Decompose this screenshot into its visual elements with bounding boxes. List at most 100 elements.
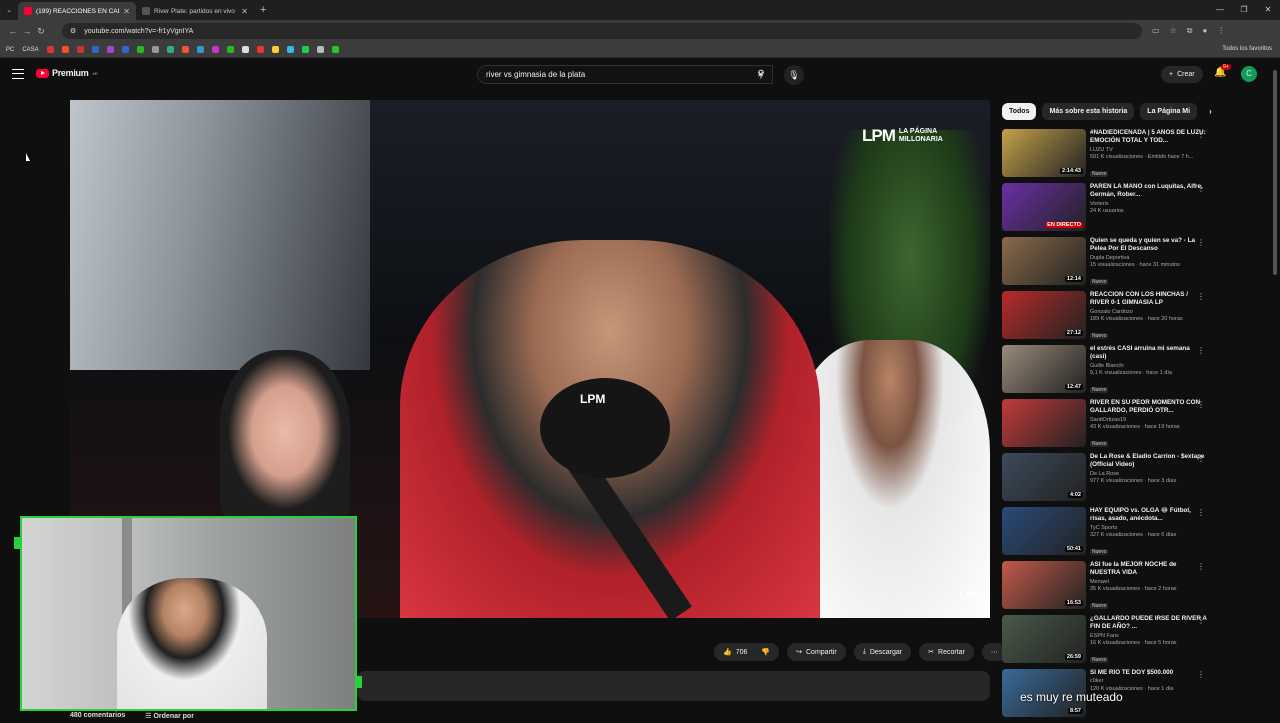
chip-more-story[interactable]: Más sobre esta historia [1042, 103, 1135, 120]
video-title[interactable]: el estrés CASI arruina mi semana (casi) [1090, 345, 1207, 362]
search-icon[interactable]: ⚲ [747, 65, 775, 84]
clip-button[interactable]: ✂ Recortar [919, 643, 974, 661]
video-title[interactable]: ASI fue la MEJOR NOCHE de NUESTRA VIDA [1090, 561, 1207, 578]
new-tab-icon[interactable]: + [260, 4, 266, 16]
install-icon[interactable]: ▭ [1152, 26, 1160, 36]
bookmark-icon[interactable] [136, 46, 144, 53]
tab-search-icon[interactable]: ⌄ [0, 6, 18, 14]
channel-name[interactable]: Guille Bianchi [1090, 363, 1207, 371]
channel-name[interactable]: ESPN Fans [1090, 633, 1207, 641]
video-thumbnail[interactable]: 50:41 [1002, 507, 1086, 555]
bookmark-icon[interactable] [241, 46, 249, 53]
recommendation-item[interactable]: EN DIRECTO PAREN LA MANO con Luquitas, Al… [1002, 183, 1207, 237]
maximize-icon[interactable]: ❐ [1232, 0, 1256, 20]
channel-name[interactable]: TyC Sports [1090, 525, 1207, 533]
extensions-icon[interactable]: ⧉ [1187, 26, 1193, 36]
recommendation-item[interactable]: 16:53 ASI fue la MEJOR NOCHE de NUESTRA V… [1002, 561, 1207, 615]
channel-name[interactable]: Gonzalo Cardozo [1090, 309, 1207, 317]
channel-name[interactable]: c0ker [1090, 678, 1207, 686]
video-title[interactable]: SI ME RIO TE DOY $500.000 [1090, 669, 1207, 677]
scrollbar[interactable] [1273, 70, 1277, 275]
more-options-icon[interactable]: ⋮ [1197, 508, 1205, 517]
video-title[interactable]: ¿GALLARDO PUEDE IRSE DE RIVER A FIN DE A… [1090, 615, 1207, 632]
more-options-icon[interactable]: ⋮ [1197, 454, 1205, 463]
video-thumbnail[interactable]: 16:53 [1002, 561, 1086, 609]
bookmark-icon[interactable] [61, 46, 69, 53]
search-input[interactable]: river vs gimnasia de la plata ✕ [477, 65, 773, 84]
bookmark-icon[interactable] [166, 46, 174, 53]
url-field[interactable]: ⚙ youtube.com/watch?v=-fr1yVgnIYA [62, 23, 1142, 39]
recommendation-item[interactable]: 12:47 el estrés CASI arruina mi semana (c… [1002, 345, 1207, 399]
like-button[interactable]: 👍 706 👎 [714, 643, 780, 661]
bookmark-icon[interactable] [211, 46, 219, 53]
hamburger-menu-icon[interactable] [12, 69, 24, 79]
bookmark-icon[interactable] [91, 46, 99, 53]
more-options-icon[interactable]: ⋮ [1197, 292, 1205, 301]
channel-name[interactable]: De La Rose [1090, 471, 1207, 479]
video-title[interactable]: #NADIEDICENADA | 5 AÑOS DE LUZU: EMOCIÓN… [1090, 129, 1207, 146]
video-title[interactable]: PAREN LA MANO con Luquitas, Alfre, Germá… [1090, 183, 1207, 200]
more-options-icon[interactable]: ⋮ [1197, 670, 1205, 679]
avatar[interactable]: C [1241, 66, 1257, 82]
bookmark-star-icon[interactable]: ☆ [1170, 26, 1177, 36]
recommendation-item[interactable]: 12:14 Quien se queda y quien se va? - La … [1002, 237, 1207, 291]
bookmark-icon[interactable] [301, 46, 309, 53]
more-options-icon[interactable]: ⋮ [1197, 400, 1205, 409]
chip-todos[interactable]: Todos [1002, 103, 1037, 120]
video-title[interactable]: HAY EQUIPO vs. OLGA 😂 Fútbol, risas, asa… [1090, 507, 1207, 524]
minimize-icon[interactable]: — [1208, 0, 1232, 20]
thumbs-down-icon[interactable]: 👎 [761, 648, 770, 656]
close-tab-icon[interactable]: ✕ [123, 7, 130, 16]
tab-youtube[interactable]: (199) REACCIONES EN CALIENT ✕ [18, 2, 136, 20]
bookmark-icon[interactable] [196, 46, 204, 53]
share-button[interactable]: ↪ Compartir [787, 643, 846, 661]
browser-menu-icon[interactable]: ⋮ [1217, 26, 1225, 36]
profile-icon[interactable]: ● [1202, 26, 1207, 36]
chevron-right-icon[interactable]: › [1209, 107, 1212, 116]
recommendation-item[interactable]: RIVER EN SU PEOR MOMENTO CON GALLARDO, P… [1002, 399, 1207, 453]
more-options-icon[interactable]: ⋮ [1197, 238, 1205, 247]
close-window-icon[interactable]: ✕ [1256, 0, 1280, 20]
channel-name[interactable]: Vorterix [1090, 201, 1207, 209]
download-button[interactable]: ⤓ Descargar [853, 643, 912, 661]
video-thumbnail[interactable]: EN DIRECTO [1002, 183, 1086, 231]
resize-handle[interactable] [356, 676, 362, 688]
more-options-icon[interactable]: ⋮ [1197, 184, 1205, 193]
more-options-icon[interactable]: ⋮ [1197, 346, 1205, 355]
recommendation-item[interactable]: 26:59 ¿GALLARDO PUEDE IRSE DE RIVER A FIN… [1002, 615, 1207, 669]
recommendation-item[interactable]: 27:12 REACCIÓN CON LOS HINCHAS / RIVER 0-… [1002, 291, 1207, 345]
bookmark-icon[interactable] [316, 46, 324, 53]
youtube-logo[interactable]: Premium AR [36, 68, 98, 78]
video-title[interactable]: RIVER EN SU PEOR MOMENTO CON GALLARDO, P… [1090, 399, 1207, 416]
sort-button[interactable]: ☰ Ordenar por [145, 712, 194, 720]
more-options-icon[interactable]: ⋮ [1197, 130, 1205, 139]
bookmark-icon[interactable] [181, 46, 189, 53]
create-button[interactable]: + Crear [1161, 66, 1203, 83]
video-title[interactable]: REACCIÓN CON LOS HINCHAS / RIVER 0-1 GIM… [1090, 291, 1207, 308]
channel-name[interactable]: SantiOrtizas19 [1090, 417, 1207, 425]
more-options-icon[interactable]: ⋮ [1197, 562, 1205, 571]
recommendation-item[interactable]: 4:02 De La Rose & Eladio Carrion - $extap… [1002, 453, 1207, 507]
bookmark-icon[interactable] [226, 46, 234, 53]
bookmark-icon[interactable] [151, 46, 159, 53]
voice-search-icon[interactable]: 🎙 [784, 65, 804, 85]
tab-river-plate[interactable]: River Plate: partidos en vivo y a ✕ [136, 2, 254, 20]
video-thumbnail[interactable]: 2:14:43 [1002, 129, 1086, 177]
video-thumbnail[interactable]: 4:02 [1002, 453, 1086, 501]
description-box[interactable] [357, 671, 990, 701]
site-info-icon[interactable]: ⚙ [70, 27, 76, 35]
more-options-icon[interactable]: ⋮ [1197, 616, 1205, 625]
all-bookmarks-link[interactable]: Todos los favoritos [1222, 46, 1272, 52]
bookmark-icon[interactable] [46, 46, 54, 53]
bookmark-icon[interactable] [331, 46, 339, 53]
channel-name[interactable]: Dupla Deportiva [1090, 255, 1207, 263]
apps-icon[interactable]: PC [6, 47, 14, 53]
recommendation-item[interactable]: 2:14:43 #NADIEDICENADA | 5 AÑOS DE LUZU: … [1002, 129, 1207, 183]
channel-name[interactable]: LUZU TV [1090, 147, 1207, 155]
bookmark-casa[interactable]: CASA [22, 47, 38, 53]
recommendation-item[interactable]: 50:41 HAY EQUIPO vs. OLGA 😂 Fútbol, risas… [1002, 507, 1207, 561]
close-tab-icon[interactable]: ✕ [241, 7, 248, 16]
video-thumbnail[interactable]: 26:59 [1002, 615, 1086, 663]
channel-name[interactable]: Menwel [1090, 579, 1207, 587]
video-thumbnail[interactable]: 12:14 [1002, 237, 1086, 285]
